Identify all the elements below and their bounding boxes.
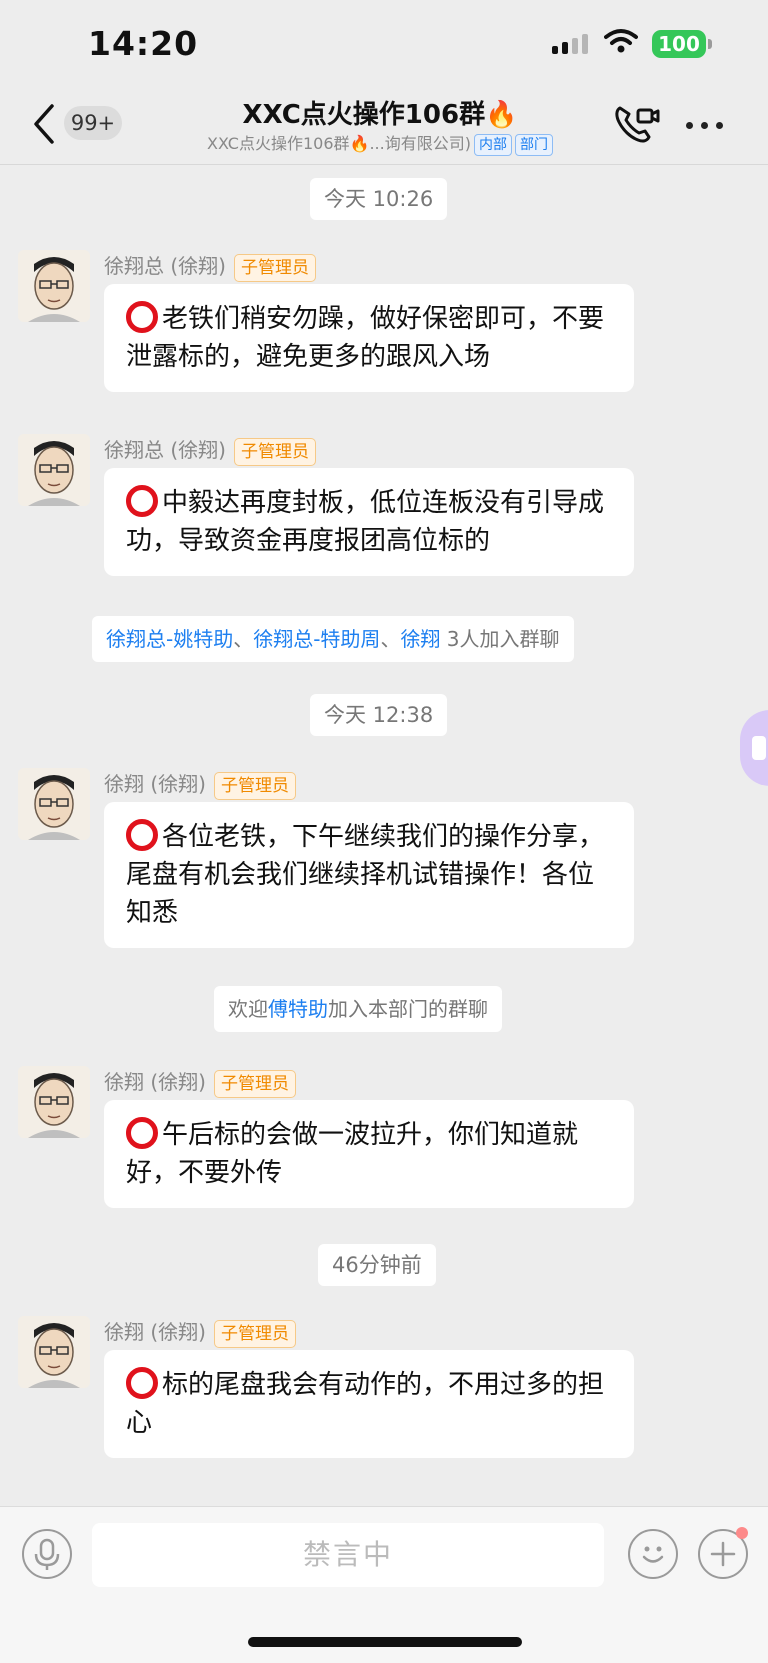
message-text: 午后标的会做一波拉升，你们知道就好，不要外传	[126, 1120, 579, 1188]
avatar[interactable]	[18, 1316, 90, 1388]
voice-button[interactable]	[22, 1529, 72, 1579]
status-time: 14:20	[88, 24, 199, 63]
red-circle-icon	[126, 819, 158, 851]
subtitle-group-name: XXC点火操作106群	[207, 134, 350, 153]
admin-badge: 子管理员	[213, 772, 296, 800]
floating-assistant-tab[interactable]	[740, 710, 768, 786]
message-text: 中毅达再度封板，低位连板没有引导成功，导致资金再度报团高位标的	[126, 488, 605, 556]
muted-input: 禁言中	[92, 1523, 604, 1587]
wifi-icon	[604, 29, 638, 53]
chat-title[interactable]: XXC点火操作106群🔥	[160, 94, 600, 131]
admin-badge: 子管理员	[213, 1320, 296, 1348]
message-text: 标的尾盘我会有动作的，不用过多的担心	[126, 1370, 605, 1438]
back-chevron-icon[interactable]	[32, 102, 56, 146]
emoji-button[interactable]	[628, 1529, 678, 1579]
red-circle-icon	[126, 485, 158, 517]
message-bubble[interactable]: 各位老铁，下午继续我们的操作分享，尾盘有机会我们继续择机试错操作！各位知悉	[104, 802, 634, 948]
message-bubble[interactable]: 老铁们稍安勿躁，做好保密即可，不要泄露标的，避免更多的跟风入场	[104, 284, 634, 392]
emoji-icon	[642, 1546, 664, 1563]
fire-icon-small: 🔥	[349, 134, 370, 153]
notification-dot	[736, 1527, 748, 1539]
unread-count-badge[interactable]: 99+	[64, 106, 122, 140]
microphone-icon	[34, 1538, 60, 1570]
sender-name: 徐翔 (徐翔) 子管理员	[104, 768, 296, 800]
more-icon[interactable]	[686, 122, 723, 129]
cellular-signal-icon	[552, 34, 588, 54]
sender-name: 徐翔总 (徐翔) 子管理员	[104, 250, 316, 282]
sender-name-text: 徐翔 (徐翔)	[104, 1070, 206, 1094]
status-bar: 14:20 100	[0, 0, 768, 88]
sender-name-text: 徐翔总 (徐翔)	[104, 438, 226, 462]
message-bubble[interactable]: 午后标的会做一波拉升，你们知道就好，不要外传	[104, 1100, 634, 1208]
avatar[interactable]	[18, 250, 90, 322]
sender-name-text: 徐翔 (徐翔)	[104, 772, 206, 796]
welcome-suffix: 加入本部门的群聊	[328, 997, 488, 1021]
separator: 、	[233, 627, 254, 651]
join-suffix: 3人加入群聊	[440, 627, 560, 651]
admin-badge: 子管理员	[233, 254, 316, 282]
internal-tag: 内部	[473, 133, 512, 156]
avatar[interactable]	[18, 768, 90, 840]
battery-icon: 100	[652, 30, 712, 58]
sender-name: 徐翔 (徐翔) 子管理员	[104, 1316, 296, 1348]
input-bar: 禁言中	[0, 1506, 768, 1663]
message-text: 各位老铁，下午继续我们的操作分享，尾盘有机会我们继续择机试错操作！各位知悉	[126, 822, 605, 928]
fire-icon: 🔥	[485, 100, 518, 130]
member-link[interactable]: 徐翔总-特助周	[253, 627, 380, 651]
home-indicator[interactable]	[248, 1637, 522, 1647]
chat-subtitle: XXC点火操作106群🔥...询有限公司) 内部 部门	[160, 130, 600, 156]
sender-name-text: 徐翔总 (徐翔)	[104, 254, 226, 278]
separator: 、	[380, 627, 401, 651]
admin-badge: 子管理员	[233, 438, 316, 466]
admin-badge: 子管理员	[213, 1070, 296, 1098]
sender-name: 徐翔 (徐翔) 子管理员	[104, 1066, 296, 1098]
red-circle-icon	[126, 1367, 158, 1399]
system-welcome-note: 欢迎傅特助加入本部门的群聊	[214, 986, 502, 1032]
system-join-note: 徐翔总-姚特助、徐翔总-特助周、徐翔 3人加入群聊	[92, 616, 574, 662]
timestamp: 46分钟前	[318, 1244, 436, 1286]
member-link[interactable]: 傅特助	[268, 997, 328, 1021]
chat-title-text: XXC点火操作106群	[242, 100, 486, 130]
red-circle-icon	[126, 301, 158, 333]
timestamp: 今天 12:38	[310, 694, 448, 736]
avatar[interactable]	[18, 1066, 90, 1138]
sender-name-text: 徐翔 (徐翔)	[104, 1320, 206, 1344]
timestamp: 今天 10:26	[310, 178, 448, 220]
chat-header: 99+ XXC点火操作106群🔥 XXC点火操作106群🔥...询有限公司) 内部…	[0, 88, 768, 165]
message-bubble[interactable]: 中毅达再度封板，低位连板没有引导成功，导致资金再度报团高位标的	[104, 468, 634, 576]
sender-name: 徐翔总 (徐翔) 子管理员	[104, 434, 316, 466]
red-circle-icon	[126, 1117, 158, 1149]
member-link[interactable]: 徐翔总-姚特助	[106, 627, 233, 651]
avatar[interactable]	[18, 434, 90, 506]
welcome-prefix: 欢迎	[228, 997, 268, 1021]
message-bubble[interactable]: 标的尾盘我会有动作的，不用过多的担心	[104, 1350, 634, 1458]
member-link[interactable]: 徐翔	[400, 627, 440, 651]
call-icon[interactable]	[612, 102, 660, 146]
subtitle-company: ...询有限公司)	[369, 134, 471, 153]
department-tag: 部门	[514, 133, 553, 156]
message-text: 老铁们稍安勿躁，做好保密即可，不要泄露标的，避免更多的跟风入场	[126, 304, 605, 372]
